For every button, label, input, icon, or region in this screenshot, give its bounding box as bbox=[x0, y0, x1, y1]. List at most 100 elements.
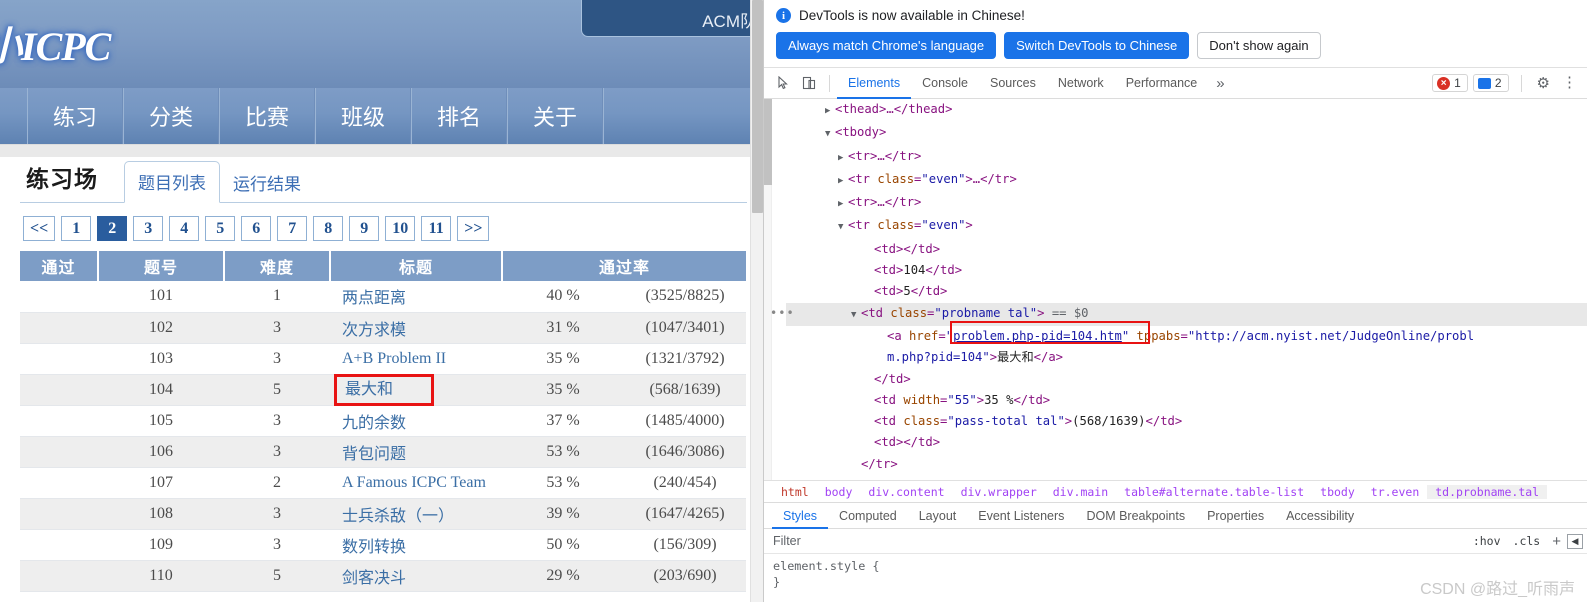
pagination-page-11[interactable]: 11 bbox=[421, 216, 452, 241]
node-menu-dots[interactable]: ••• bbox=[770, 303, 795, 324]
css-selector-element-style[interactable]: element.style { bbox=[773, 558, 1587, 574]
pagination-page-8[interactable]: 8 bbox=[313, 216, 344, 241]
pagination-page-4[interactable]: 4 bbox=[169, 216, 200, 241]
styles-filter-input[interactable] bbox=[764, 533, 1467, 549]
tab-console[interactable]: Console bbox=[911, 68, 979, 99]
device-toolbar-icon[interactable] bbox=[796, 71, 822, 96]
switch-to-chinese-button[interactable]: Switch DevTools to Chinese bbox=[1004, 32, 1190, 59]
breadcrumb-item[interactable]: div.content bbox=[860, 485, 952, 499]
expand-toggle-icon[interactable]: ▶ bbox=[838, 194, 848, 215]
styles-tab-accessibility[interactable]: Accessibility bbox=[1275, 502, 1365, 529]
tab-network[interactable]: Network bbox=[1047, 68, 1115, 99]
dom-node[interactable]: <a href="problem.php-pid=104.htm" tppabs… bbox=[786, 326, 1587, 347]
breadcrumb-item[interactable]: tr.even bbox=[1363, 485, 1427, 499]
nav-item-category[interactable]: 分类 bbox=[123, 88, 219, 144]
nav-item-ranking[interactable]: 排名 bbox=[411, 88, 507, 144]
breadcrumb-item[interactable]: html bbox=[773, 485, 817, 499]
expand-toggle-icon[interactable]: ▼ bbox=[825, 124, 835, 145]
dom-node[interactable]: <td></td> bbox=[786, 432, 1587, 453]
tab-elements[interactable]: Elements bbox=[837, 68, 911, 99]
expand-toggle-icon[interactable]: ▶ bbox=[838, 171, 848, 192]
col-header-rate[interactable]: 通过率 bbox=[502, 251, 746, 281]
problem-title-link[interactable]: A Famous ICPC Team bbox=[342, 474, 486, 491]
pagination-prev[interactable]: << bbox=[23, 216, 56, 241]
pagination-page-1[interactable]: 1 bbox=[61, 216, 92, 241]
pagination-page-7[interactable]: 7 bbox=[277, 216, 308, 241]
expand-toggle-icon[interactable]: ▼ bbox=[851, 305, 861, 326]
styles-tab-computed[interactable]: Computed bbox=[828, 502, 908, 529]
pagination-page-9[interactable]: 9 bbox=[349, 216, 380, 241]
dom-tree[interactable]: ▶ <thead>…</thead> ▼ <tbody> ▶ <tr>…</tr> ▶ <tr… bbox=[764, 99, 1587, 480]
breadcrumb-item[interactable]: table#alternate.table-list bbox=[1116, 485, 1312, 499]
inspect-cursor-icon[interactable] bbox=[770, 71, 796, 96]
problem-title-link[interactable]: 背包问题 bbox=[342, 446, 406, 463]
pagination-page-10[interactable]: 10 bbox=[385, 216, 416, 241]
problem-title-link[interactable]: A+B Problem II bbox=[342, 350, 446, 367]
pagination-next[interactable]: >> bbox=[457, 216, 490, 241]
nav-item-contest[interactable]: 比赛 bbox=[219, 88, 315, 144]
dom-node[interactable]: <td class="pass-total tal">(568/1639)</t… bbox=[786, 411, 1587, 432]
dom-tree-scrollbar[interactable] bbox=[764, 99, 772, 480]
dom-node[interactable]: ▶ <tr>…</tr> bbox=[786, 146, 1587, 169]
expand-toggle-icon[interactable]: ▶ bbox=[838, 148, 848, 169]
breadcrumb-item[interactable]: div.wrapper bbox=[953, 485, 1045, 499]
dom-node[interactable]: <td></td> bbox=[786, 239, 1587, 260]
col-header-difficulty[interactable]: 难度 bbox=[224, 251, 331, 281]
styles-tab-styles[interactable]: Styles bbox=[772, 502, 828, 529]
message-count-badge[interactable]: 2 bbox=[1472, 74, 1509, 92]
breadcrumb-item[interactable]: tbody bbox=[1312, 485, 1363, 499]
dom-node[interactable]: </td> bbox=[786, 369, 1587, 390]
breadcrumb-item[interactable]: td.probname.tal bbox=[1427, 484, 1548, 499]
col-header-title[interactable]: 标题 bbox=[330, 251, 503, 281]
tab-performance[interactable]: Performance bbox=[1115, 68, 1209, 99]
col-header-id[interactable]: 题号 bbox=[98, 251, 225, 281]
expand-toggle-icon[interactable]: ▶ bbox=[825, 101, 835, 122]
problem-title-link[interactable]: 士兵杀敌（一） bbox=[342, 508, 454, 525]
styles-tab-event-listeners[interactable]: Event Listeners bbox=[967, 502, 1075, 529]
error-count-badge[interactable]: × 1 bbox=[1432, 74, 1468, 92]
breadcrumb-item[interactable]: body bbox=[817, 485, 861, 499]
pagination-page-2[interactable]: 2 bbox=[97, 216, 128, 241]
hov-toggle[interactable]: :hov bbox=[1467, 534, 1507, 548]
dom-node[interactable]: m.php?pid=104">最大和</a> bbox=[786, 347, 1587, 368]
nav-item-practice[interactable]: 练习 bbox=[27, 88, 123, 144]
dom-node[interactable]: ▼ <tr class="even"> bbox=[786, 215, 1587, 238]
problem-title-link[interactable]: 两点距离 bbox=[342, 290, 406, 307]
breadcrumb-item[interactable]: div.main bbox=[1045, 485, 1116, 499]
dom-tree-scrollbar-thumb[interactable] bbox=[764, 99, 772, 185]
styles-tab-properties[interactable]: Properties bbox=[1196, 502, 1275, 529]
user-team-tab[interactable]: ACM队 bbox=[581, 0, 763, 37]
dont-show-again-button[interactable]: Don't show again bbox=[1197, 32, 1321, 59]
pagination-page-5[interactable]: 5 bbox=[205, 216, 236, 241]
tab-problem-list[interactable]: 题目列表 bbox=[124, 161, 220, 203]
dom-node[interactable]: ▶ <thead>…</thead> bbox=[786, 99, 1587, 122]
dom-node[interactable]: <td>104</td> bbox=[786, 260, 1587, 281]
problem-title-link[interactable]: 剑客决斗 bbox=[342, 570, 406, 587]
more-tabs-icon[interactable]: » bbox=[1208, 75, 1232, 92]
expand-toggle-icon[interactable]: ▼ bbox=[838, 217, 848, 238]
styles-tab-layout[interactable]: Layout bbox=[908, 502, 968, 529]
dom-node[interactable]: </tr> bbox=[786, 454, 1587, 475]
problem-title-link[interactable]: 最大和 bbox=[345, 381, 393, 398]
nav-item-about[interactable]: 关于 bbox=[507, 88, 603, 144]
dom-node[interactable]: <td width="55">35 %</td> bbox=[786, 390, 1587, 411]
dom-node[interactable]: ▶ <tr class="even">…</tr> bbox=[786, 169, 1587, 192]
problem-title-link[interactable]: 九的余数 bbox=[342, 415, 406, 432]
dom-node-selected[interactable]: ••• ▼ <td class="probname tal"> == $0 bbox=[770, 302, 1587, 326]
dom-node[interactable]: ▼ <tbody> bbox=[786, 122, 1587, 145]
cls-toggle[interactable]: .cls bbox=[1507, 534, 1547, 548]
panel-toggle-icon[interactable]: ◀ bbox=[1567, 533, 1583, 549]
gear-icon[interactable]: ⚙ bbox=[1529, 74, 1558, 92]
plus-icon[interactable]: + bbox=[1546, 533, 1567, 550]
tab-sources[interactable]: Sources bbox=[979, 68, 1047, 99]
problem-title-link[interactable]: 数列转换 bbox=[342, 539, 406, 556]
page-scrollbar-thumb[interactable] bbox=[752, 0, 763, 213]
pagination-page-6[interactable]: 6 bbox=[241, 216, 272, 241]
always-match-language-button[interactable]: Always match Chrome's language bbox=[776, 32, 997, 59]
page-scrollbar[interactable] bbox=[750, 0, 763, 602]
dom-node[interactable]: ▶ <tr>…</tr> bbox=[786, 192, 1587, 215]
tab-run-results[interactable]: 运行结果 bbox=[220, 163, 314, 203]
problem-title-link[interactable]: 次方求模 bbox=[342, 322, 406, 339]
dom-node[interactable]: <td>5</td> bbox=[786, 281, 1587, 302]
col-header-pass[interactable]: 通过 bbox=[20, 251, 99, 281]
